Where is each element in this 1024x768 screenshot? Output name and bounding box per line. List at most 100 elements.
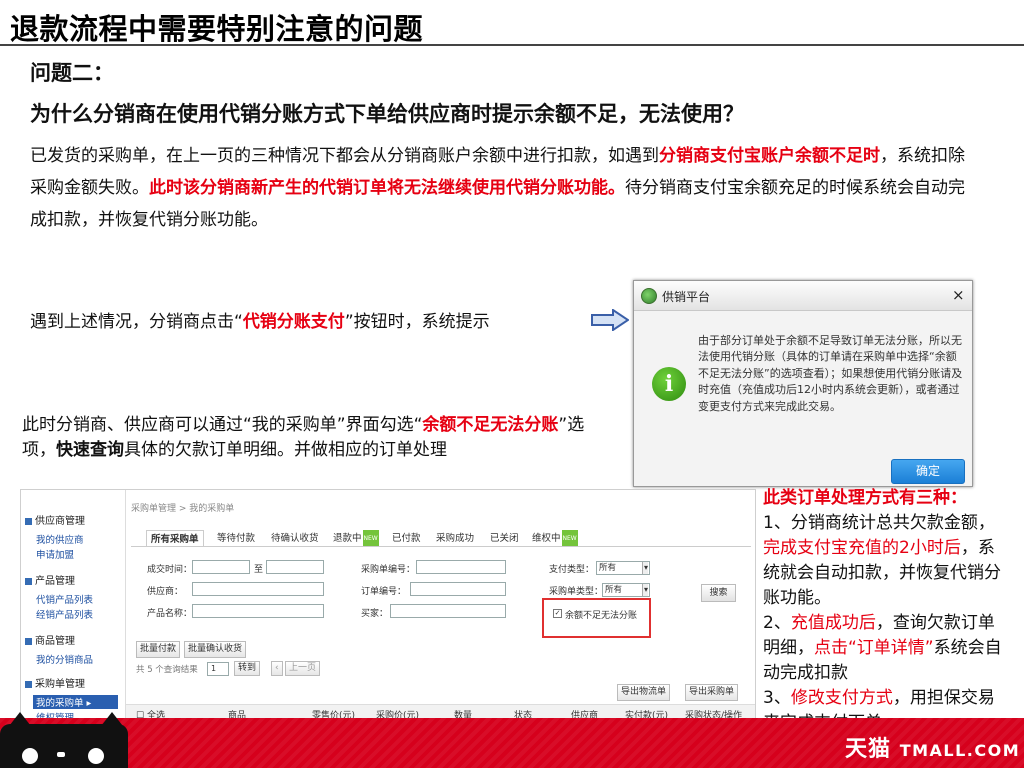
- dialog-title: 供销平台: [662, 290, 711, 304]
- brand-logo: 天猫 TMALL.COM: [845, 731, 1020, 763]
- arrow-right-icon: [591, 309, 629, 331]
- trigger-part: ”按钮时，系统提示: [344, 312, 490, 332]
- sidebar-item-my-purchase-orders[interactable]: 我的采购单 ▸: [33, 695, 118, 709]
- buyer-label: 买家：: [361, 609, 389, 619]
- po-no-label: 采购单编号：: [361, 565, 416, 575]
- handling-methods-note: 此类订单处理方式有三种： 1、分销商统计总共欠款金额，完成支付宝充值的2小时后，…: [763, 486, 1003, 736]
- sidebar-group[interactable]: 商品管理: [25, 632, 75, 647]
- title-divider: [0, 44, 1024, 46]
- sidebar-item-consign-products[interactable]: 代销产品列表: [36, 592, 93, 606]
- export-po-button[interactable]: 导出采购单: [685, 684, 739, 701]
- breadcrumb: 采购单管理 > 我的采购单: [131, 504, 235, 514]
- sidebar-group[interactable]: 采购单管理: [25, 675, 85, 690]
- created-label: 成交时间：: [147, 565, 193, 575]
- slide-title: 退款流程中需要特别注意的问题: [10, 12, 424, 46]
- note-highlight: 点击“订单详情”: [814, 638, 934, 658]
- tab-label: 维权中: [532, 533, 561, 544]
- sidebar-item-apply-join[interactable]: 申请加盟: [36, 547, 74, 561]
- tab-divider: [131, 546, 751, 547]
- cat-eye: [22, 748, 38, 764]
- new-badge: NEW: [362, 530, 379, 547]
- instr-highlight: 余额不足无法分账: [422, 415, 559, 435]
- note-text: 2、: [763, 613, 791, 633]
- tab-all[interactable]: 所有采购单: [146, 530, 204, 547]
- batch-confirm-button[interactable]: 批量确认收货: [184, 641, 247, 658]
- platform-logo-icon: [641, 288, 657, 304]
- po-type-select[interactable]: 所有: [602, 583, 650, 597]
- instr-part: 此时分销商、供应商可以通过“我的采购单”界面勾选“: [22, 415, 423, 435]
- note-highlight: 修改支付方式: [790, 688, 893, 708]
- pay-type-select[interactable]: 所有: [596, 561, 650, 575]
- para-highlight: 分销商支付宝账户余额不足时: [659, 146, 880, 166]
- new-badge: NEW: [561, 530, 578, 547]
- note-highlight: 完成支付宝充值的2小时后: [763, 538, 961, 558]
- note-heading: 此类订单处理方式有三种：: [763, 488, 967, 508]
- go-button[interactable]: 转到: [234, 661, 261, 676]
- note-text: 1、分销商统计总共欠款金额，: [763, 513, 995, 533]
- tab-paid[interactable]: 已付款: [388, 530, 425, 547]
- query-instruction: 此时分销商、供应商可以通过“我的采购单”界面勾选“余额不足无法分账”选项，快速查…: [22, 413, 587, 463]
- method-1: 1、分销商统计总共欠款金额，完成支付宝充值的2小时后，系统就会自动扣款，并恢复代…: [763, 511, 1003, 611]
- tab-pending-receipt[interactable]: 待确认收货: [267, 530, 323, 547]
- created-to-input[interactable]: [266, 560, 324, 574]
- supplier-input[interactable]: [192, 582, 324, 596]
- prev-page-button[interactable]: ‹: [271, 661, 283, 676]
- po-no-input[interactable]: [416, 560, 506, 574]
- checkbox-label: 余额不足无法分账: [565, 611, 638, 621]
- sidebar: 供应商管理 我的供应商 申请加盟 产品管理 代销产品列表 经销产品列表 商品管理…: [21, 490, 126, 720]
- insufficient-balance-checkbox[interactable]: ✓: [553, 609, 562, 618]
- info-icon: i: [652, 367, 686, 401]
- to-label: 至: [254, 565, 264, 575]
- trigger-highlight: 代销分账支付: [242, 312, 345, 332]
- brand-en: TMALL.COM: [899, 741, 1021, 760]
- cat-eye: [88, 748, 104, 764]
- order-no-input[interactable]: [410, 582, 506, 596]
- sidebar-item-label: 我的采购单: [36, 698, 84, 709]
- trigger-text: 遇到上述情况，分销商点击“代销分账支付”按钮时，系统提示: [30, 307, 490, 332]
- product-label: 产品名称：: [147, 609, 193, 619]
- tab-label: 退款中: [333, 533, 362, 544]
- page-input[interactable]: 1: [207, 662, 229, 676]
- po-type-label: 采购单类型：: [549, 587, 604, 597]
- tab-rights[interactable]: 维权中 NEW: [528, 530, 582, 547]
- sidebar-item-dealer-products[interactable]: 经销产品列表: [36, 607, 93, 621]
- product-input[interactable]: [192, 604, 324, 618]
- trigger-part: 遇到上述情况，分销商点击“: [30, 312, 243, 332]
- brand-cn: 天猫: [845, 737, 892, 762]
- para-text: 已发货的采购单，在上一页的三种情况下都会从分销商账户余额中进行扣款，如遇到: [30, 146, 659, 166]
- tab-pending-payment[interactable]: 等待付款: [213, 530, 259, 547]
- prev-page-label[interactable]: 上一页: [285, 661, 321, 676]
- tmall-cat-logo: [0, 724, 128, 768]
- instr-part: 具体的欠款订单明细。并做相应的订单处理: [124, 440, 447, 460]
- explanation-paragraph: 已发货的采购单，在上一页的三种情况下都会从分销商账户余额中进行扣款，如遇到分销商…: [30, 140, 980, 236]
- dialog-message: 由于部分订单处于余额不足导致订单无法分账，所以无法使用代销分账（具体的订单请在采…: [698, 334, 963, 413]
- question-text: 为什么分销商在使用代销分账方式下单给供应商时提示余额不足，无法使用？: [30, 102, 744, 126]
- note-highlight: 充值成功后: [790, 613, 876, 633]
- purchase-order-screenshot: 供应商管理 我的供应商 申请加盟 产品管理 代销产品列表 经销产品列表 商品管理…: [20, 489, 756, 721]
- sidebar-item-my-goods[interactable]: 我的分销商品: [36, 652, 93, 666]
- buyer-input[interactable]: [390, 604, 506, 618]
- supplier-label: 供应商：: [147, 587, 184, 597]
- cat-nose: [57, 752, 65, 757]
- sidebar-group[interactable]: 产品管理: [25, 572, 75, 587]
- export-logistics-button[interactable]: 导出物流单: [617, 684, 671, 701]
- tab-refunding[interactable]: 退款中 NEW: [329, 530, 383, 547]
- batch-pay-button[interactable]: 批量付款: [136, 641, 181, 658]
- close-icon[interactable]: ×: [952, 286, 965, 304]
- tab-success[interactable]: 采购成功: [432, 530, 478, 547]
- question-label: 问题二：: [30, 61, 114, 85]
- sidebar-group[interactable]: 供应商管理: [25, 512, 85, 527]
- tab-closed[interactable]: 已关闭: [486, 530, 523, 547]
- search-button[interactable]: 搜索: [701, 584, 736, 602]
- sidebar-item-my-suppliers[interactable]: 我的供应商: [36, 532, 84, 546]
- pay-type-label: 支付类型：: [549, 565, 595, 575]
- result-count: 共 5 个查询结果: [136, 665, 198, 675]
- dialog-titlebar: 供销平台 ×: [634, 281, 972, 311]
- confirm-button[interactable]: 确定: [891, 459, 965, 484]
- order-no-label: 订单编号：: [361, 587, 407, 597]
- para-highlight: 此时该分销商新产生的代销订单将无法继续使用代销分账功能。: [149, 178, 625, 198]
- note-text: 3、: [763, 688, 791, 708]
- instr-bold: 快速查询: [56, 440, 124, 460]
- method-2: 2、充值成功后，查询欠款订单明细，点击“订单详情”系统会自动完成扣款: [763, 611, 1003, 686]
- created-from-input[interactable]: [192, 560, 250, 574]
